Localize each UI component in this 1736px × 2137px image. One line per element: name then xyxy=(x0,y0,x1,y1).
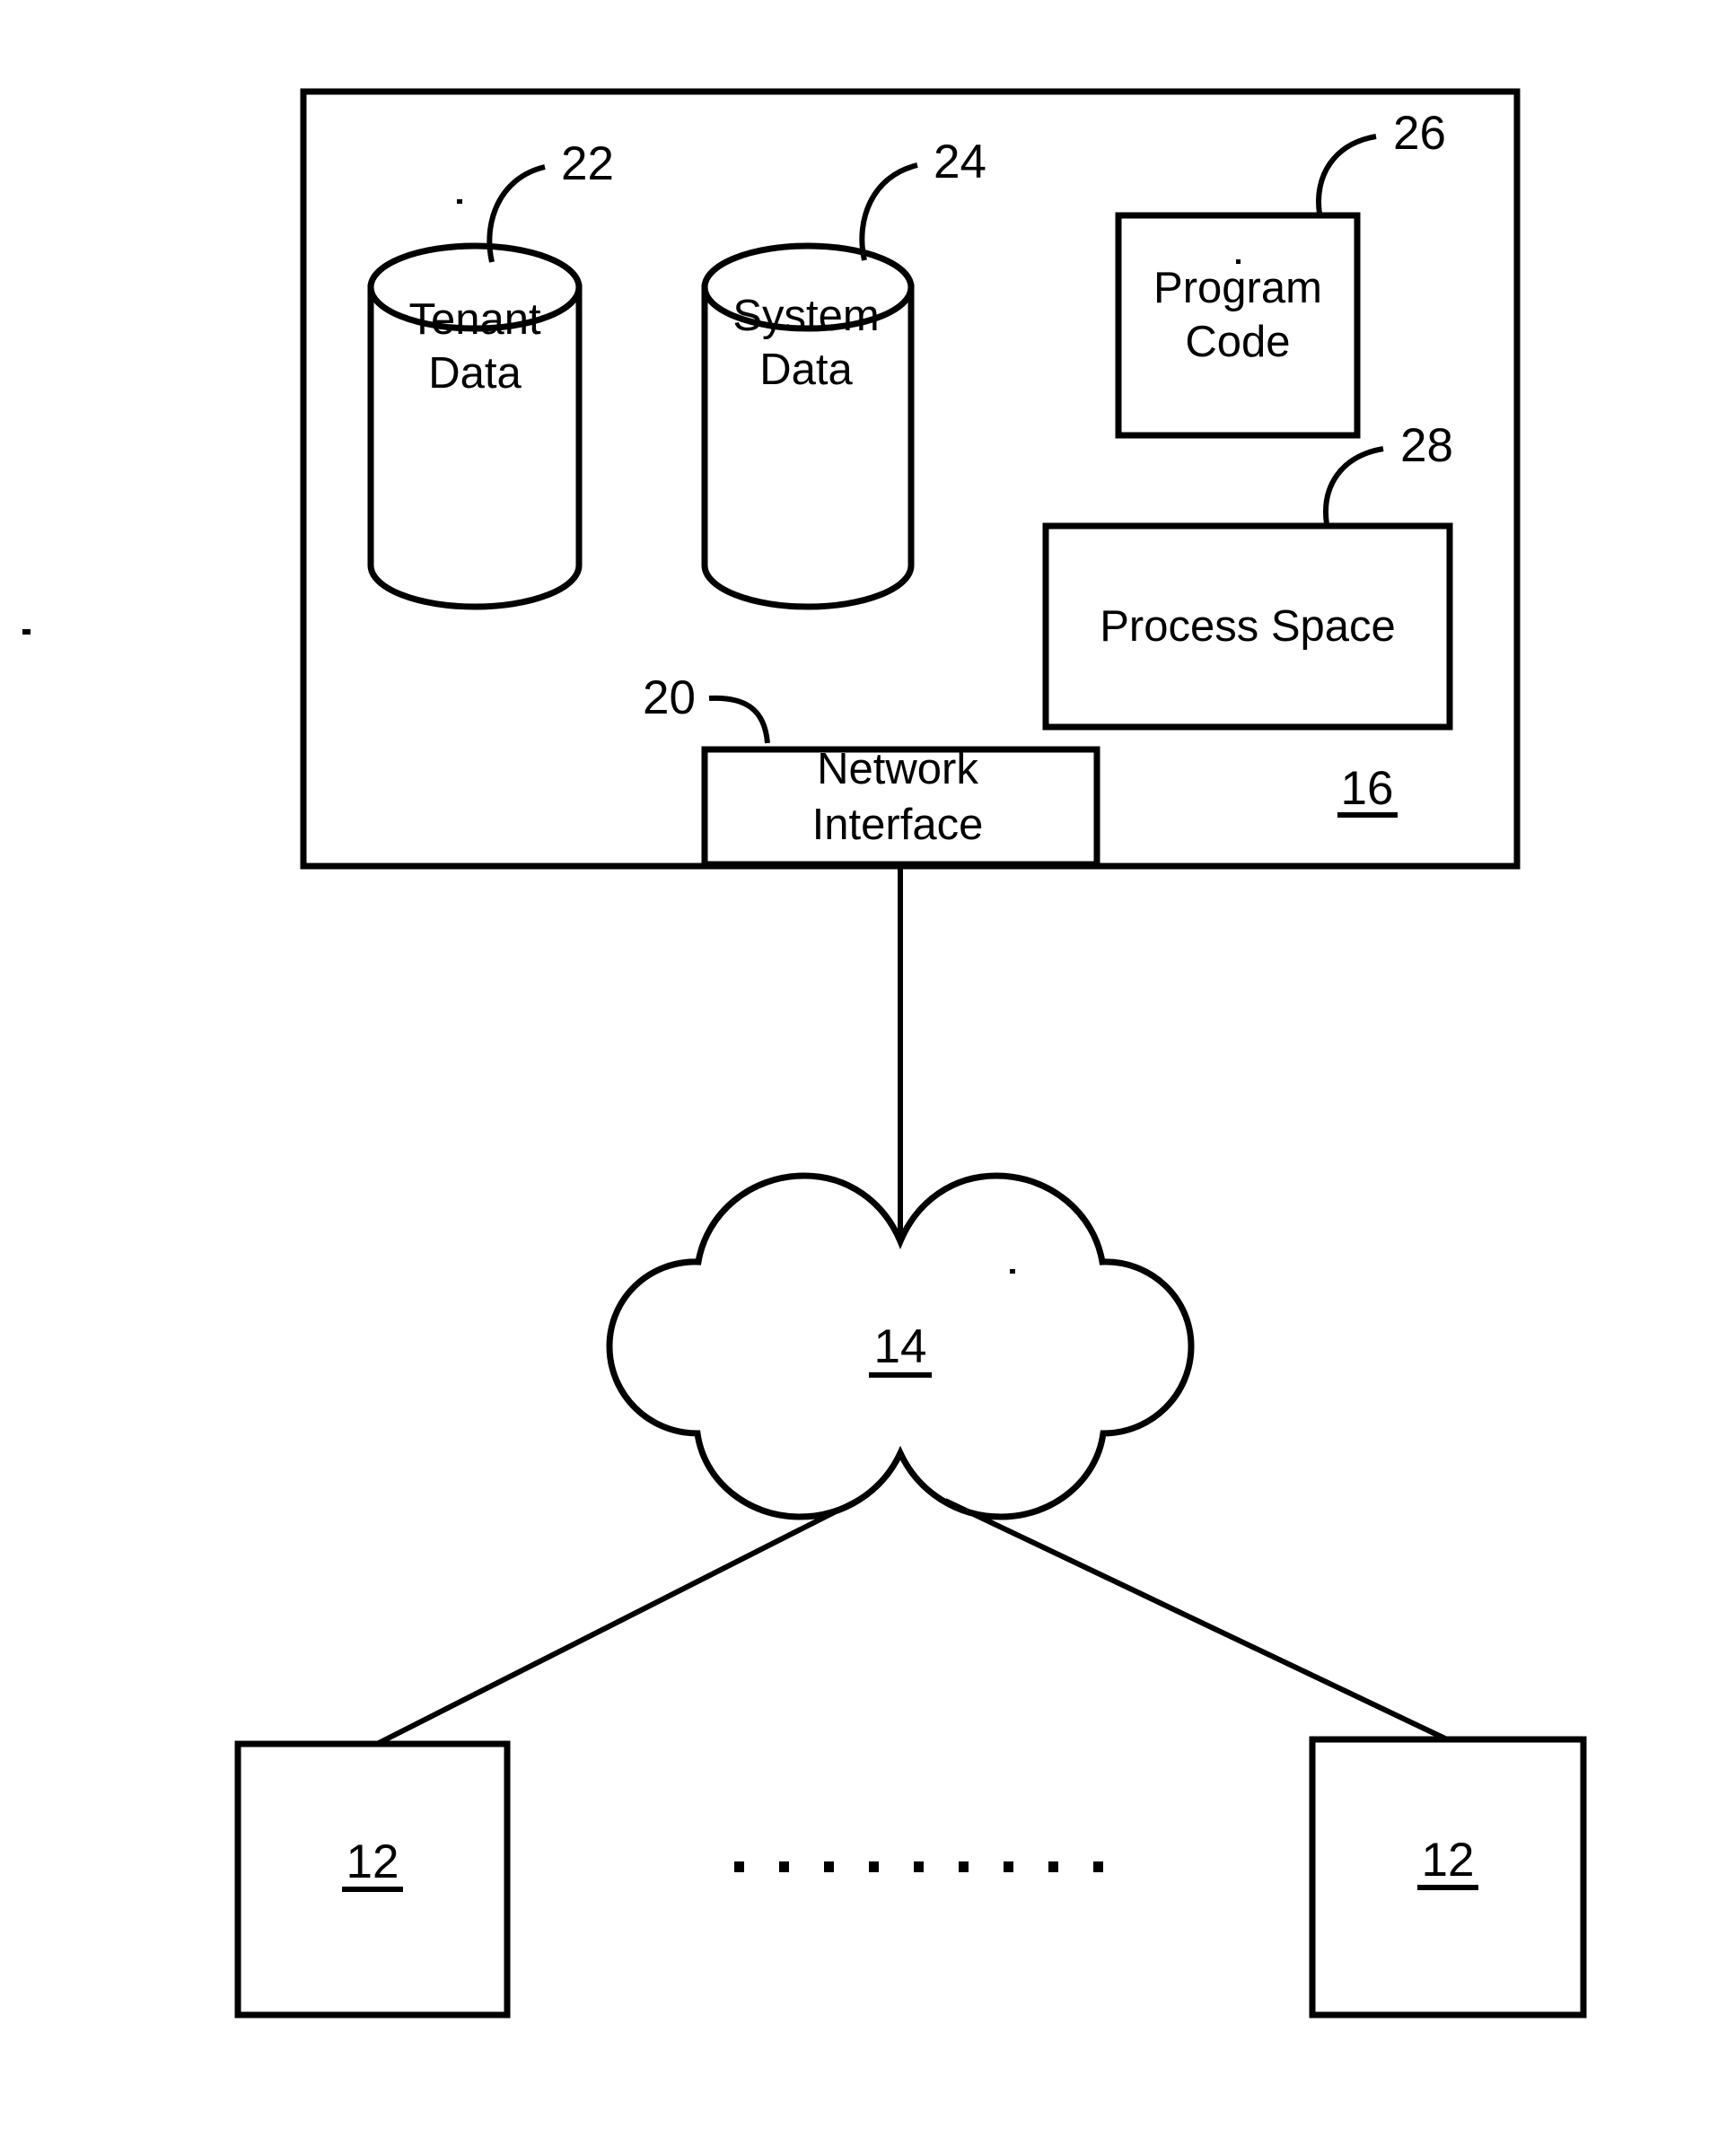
scan-speck-near-program-code xyxy=(1236,259,1241,264)
tenant-data-label-line1: Tenant xyxy=(408,295,541,344)
network-interface-label-line1: Network xyxy=(817,745,978,793)
network-interface-label-line2: Interface xyxy=(812,801,984,849)
network-to-right-client-link xyxy=(943,1498,1449,1742)
patent-figure-root: Tenant Data 22 System Data 24 Program Co… xyxy=(0,0,1736,2137)
system-data-label-line1: System xyxy=(732,292,879,340)
program-code-label-line1: Program xyxy=(1153,264,1322,312)
reference-numeral-22: 22 xyxy=(561,137,614,190)
reference-numeral-24: 24 xyxy=(934,136,986,188)
reference-numeral-12-left: 12 xyxy=(346,1835,399,1888)
tenant-data-label-line2: Data xyxy=(428,349,522,398)
client-ellipsis-dots xyxy=(734,1861,1103,1872)
reference-numeral-20: 20 xyxy=(643,671,696,724)
reference-numeral-28: 28 xyxy=(1400,419,1453,472)
system-data-label-line2: Data xyxy=(759,346,853,394)
reference-numeral-16: 16 xyxy=(1341,762,1394,815)
reference-numeral-26: 26 xyxy=(1393,107,1446,160)
program-code-label-line2: Code xyxy=(1185,318,1290,366)
process-space-label: Process Space xyxy=(1100,602,1396,651)
network-to-left-client-link xyxy=(375,1498,859,1747)
scan-speck-left-margin xyxy=(22,629,31,635)
reference-numeral-14: 14 xyxy=(874,1320,927,1373)
scan-speck-near-tenant xyxy=(457,199,462,204)
scan-speck-near-cloud xyxy=(1010,1269,1015,1274)
reference-numeral-12-right: 12 xyxy=(1422,1834,1475,1887)
patent-diagram-canvas: Tenant Data 22 System Data 24 Program Co… xyxy=(22,88,1587,2019)
